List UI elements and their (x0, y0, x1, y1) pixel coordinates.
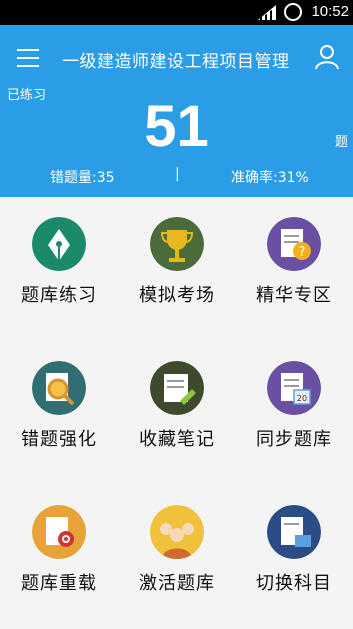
tile-label: 题库练习 (21, 285, 97, 306)
svg-text:?: ? (299, 245, 306, 260)
people-group-icon (150, 505, 204, 559)
wrong-count: 错题量:35 (50, 170, 115, 186)
document-target-icon (32, 505, 86, 559)
tile-label: 题库重载 (21, 573, 97, 594)
trophy-icon (150, 217, 204, 271)
magnifier-document-icon (32, 361, 86, 415)
tile-label: 模拟考场 (139, 285, 215, 306)
document-keyboard-icon (267, 505, 321, 559)
tile-highlights[interactable]: ? 精华专区 (235, 197, 353, 341)
status-bar: 10:52 (0, 0, 353, 25)
signal-icon (258, 5, 276, 20)
stats-divider: | (175, 166, 180, 182)
menu-grid: 题库练习 模拟考场 ? 精华专区 错题强化 收藏笔记 20 同步题库 题库重载 … (0, 197, 353, 594)
tile-mock-exam[interactable]: 模拟考场 (118, 197, 236, 341)
tile-label: 激活题库 (139, 573, 215, 594)
tile-favorites-notes[interactable]: 收藏笔记 (118, 341, 236, 485)
tile-reload-bank[interactable]: 题库重载 (0, 485, 118, 629)
count-unit: 题 (335, 135, 349, 150)
header: 一级建造师建设工程项目管理 已练习 51 题 错题量:35 | 准确率:31% (0, 25, 353, 197)
tile-label: 错题强化 (21, 429, 97, 450)
battery-ring-icon (284, 3, 302, 21)
pen-nib-icon (32, 217, 86, 271)
svg-text:20: 20 (297, 394, 307, 403)
document-question-icon: ? (267, 217, 321, 271)
tile-sync-bank[interactable]: 20 同步题库 (235, 341, 353, 485)
status-time: 10:52 (311, 3, 349, 20)
tile-switch-subject[interactable]: 切换科目 (235, 485, 353, 629)
practiced-count: 51 (144, 94, 209, 159)
tile-activate-bank[interactable]: 激活题库 (118, 485, 236, 629)
page-title: 一级建造师建设工程项目管理 (62, 52, 290, 72)
notes-pencil-icon (150, 361, 204, 415)
tile-label: 收藏笔记 (139, 429, 215, 450)
menu-button[interactable] (17, 49, 39, 67)
user-icon[interactable] (314, 44, 340, 70)
tile-question-practice[interactable]: 题库练习 (0, 197, 118, 341)
tile-wrong-review[interactable]: 错题强化 (0, 341, 118, 485)
tile-label: 精华专区 (256, 285, 332, 306)
accuracy: 准确率:31% (231, 170, 309, 186)
tile-label: 同步题库 (256, 429, 332, 450)
calendar-document-icon: 20 (267, 361, 321, 415)
tile-label: 切换科目 (256, 573, 332, 594)
